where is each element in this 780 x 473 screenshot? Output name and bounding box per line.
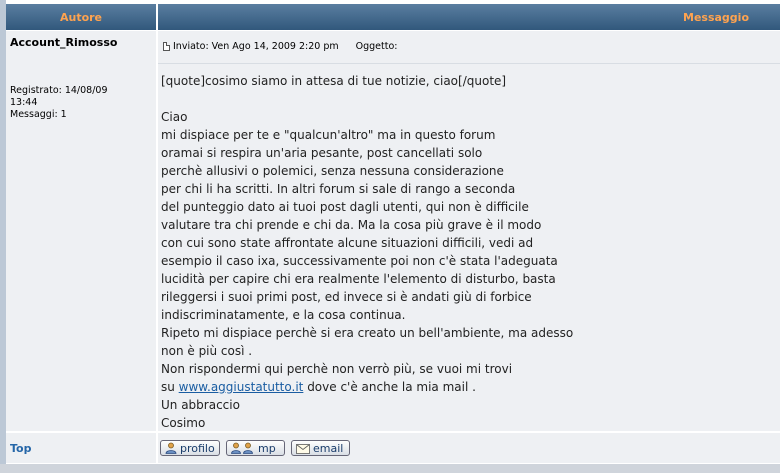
- body-line: perchè allusivi o polemici, senza nessun…: [161, 164, 504, 178]
- link-line: su www.aggiustatutto.it dove c'è anche l…: [161, 378, 761, 396]
- forum-post-view: Autore Messaggio Account_Rimosso Registr…: [0, 0, 780, 473]
- quote-line: [quote]cosimo siamo in attesa di tue not…: [161, 74, 507, 88]
- message-column-header: Messaggio: [158, 4, 780, 30]
- profile-button[interactable]: profilo: [160, 440, 220, 456]
- post-date: Inviato: Ven Ago 14, 2009 2:20 pm: [173, 41, 339, 52]
- author-panel: Account_Rimosso Registrato: 14/08/09 13:…: [6, 31, 156, 431]
- body-line: mi dispiace per te e "qualcun'altro" ma …: [161, 128, 496, 142]
- closing-line: Un abbraccio: [161, 398, 240, 412]
- pm-label: mp: [258, 441, 276, 455]
- registered-date: Registrato: 14/08/09: [10, 85, 108, 96]
- author-details: Registrato: 14/08/09 13:44 Messaggi: 1: [10, 85, 150, 121]
- pm-icon: [231, 442, 253, 454]
- username: Account_Rimosso: [10, 36, 118, 49]
- post-body: [quote]cosimo siamo in attesa di tue not…: [161, 72, 761, 432]
- registered-time: 13:44: [10, 97, 38, 108]
- signature-line: Cosimo: [161, 416, 206, 430]
- profile-label: profilo: [180, 441, 215, 455]
- link-prefix: su: [161, 380, 179, 394]
- body-line: oramai si respira un'aria pesante, post …: [161, 146, 483, 160]
- profile-icon: [165, 442, 177, 454]
- body-line: rileggersi i suoi primi post, ed invece …: [161, 290, 532, 304]
- website-link[interactable]: www.aggiustatutto.it: [179, 380, 304, 394]
- footer-actions: profilo mp email: [158, 433, 780, 463]
- body-line: Non rispondermi qui perchè non verrò più…: [161, 362, 513, 376]
- author-column-header: Autore: [6, 4, 156, 30]
- pm-button[interactable]: mp: [226, 440, 285, 456]
- link-suffix: dove c'è anche la mia mail .: [303, 380, 476, 394]
- body-line: Ripeto mi dispiace perchè si era creato …: [161, 326, 574, 340]
- message-panel: Inviato: Ven Ago 14, 2009 2:20 pm Oggett…: [158, 31, 780, 431]
- body-line: lucidità per capire chi era realmente l'…: [161, 272, 556, 286]
- body-line: esempio il caso ixa, successivamente poi…: [161, 254, 558, 268]
- body-line: indiscriminatamente, e la cosa continua.: [161, 308, 406, 322]
- post-icon[interactable]: [163, 42, 170, 51]
- bottom-bar: [0, 464, 780, 473]
- body-line: Ciao: [161, 110, 188, 124]
- body-line: con cui sono state affrontate alcune sit…: [161, 236, 534, 250]
- message-count: Messaggi: 1: [10, 109, 67, 120]
- body-line: del punteggio dato ai tuoi post dagli ut…: [161, 200, 529, 214]
- footer-left: Top: [6, 433, 156, 463]
- email-button[interactable]: email: [291, 440, 350, 456]
- email-icon: [296, 443, 310, 454]
- body-line: valutare tra chi prende e chi da. Ma la …: [161, 218, 542, 232]
- subject-label: Oggetto:: [355, 41, 398, 52]
- column-divider: [156, 4, 158, 464]
- meta-divider: [158, 63, 780, 64]
- top-link[interactable]: Top: [10, 442, 31, 455]
- body-line: non è più così .: [161, 344, 253, 358]
- post-meta: Inviato: Ven Ago 14, 2009 2:20 pm Oggett…: [163, 41, 398, 52]
- email-label: email: [313, 441, 344, 455]
- message-column-header-label: Messaggio: [683, 10, 749, 24]
- body-line: per chi li ha scritti. In altri forum si…: [161, 182, 516, 196]
